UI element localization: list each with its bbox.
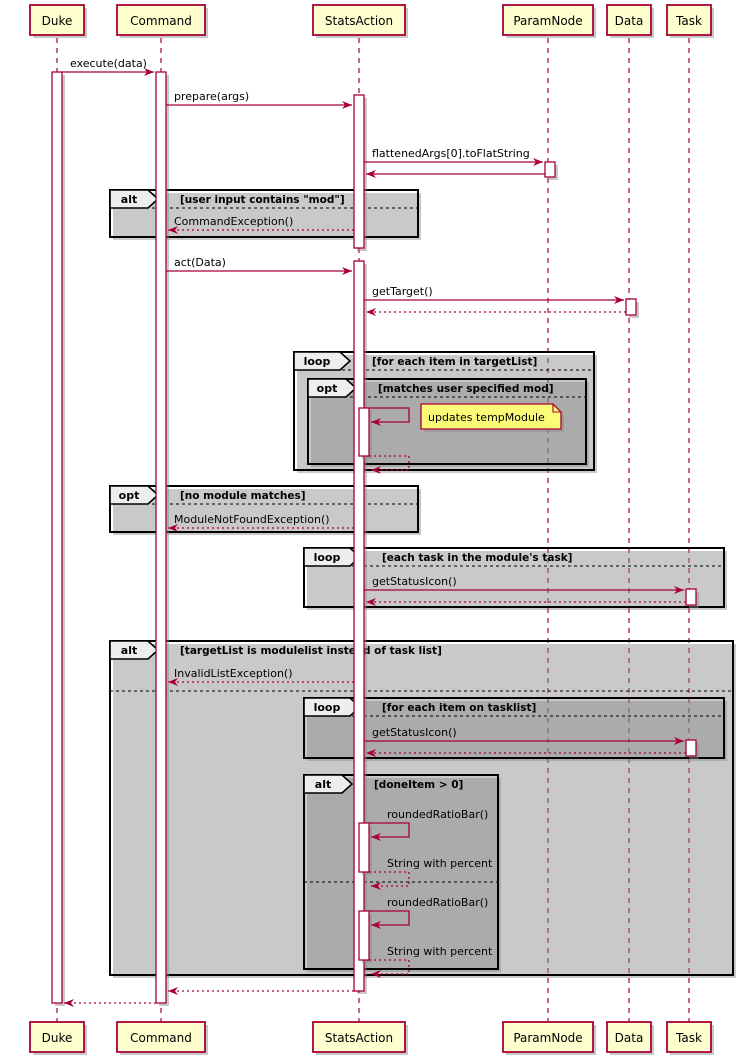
frame-condition-label: [each task in the module's task] <box>382 552 572 564</box>
frame-operator-label: alt <box>315 778 331 791</box>
frame-operator-label: opt <box>119 489 140 502</box>
participant-statsaction-top[interactable]: StatsAction <box>312 4 408 38</box>
participant-command-top[interactable]: Command <box>116 4 208 38</box>
note-text: updates tempModule <box>428 411 545 424</box>
message-label: getStatusIcon() <box>372 575 457 588</box>
activation-bar-statsaction <box>358 822 372 875</box>
participant-label: Duke <box>42 14 73 28</box>
participant-task-bottom[interactable]: Task <box>666 1021 714 1055</box>
message-m1: execute(data) <box>62 57 154 76</box>
participant-label: ParamNode <box>513 14 582 28</box>
participant-label: StatsAction <box>325 14 393 28</box>
participant-label: Command <box>130 14 192 28</box>
message-label: CommandException() <box>174 215 293 228</box>
frame-loop-f5: loop [each task in the module's task] <box>303 547 727 610</box>
activation-bar-command <box>155 71 169 1006</box>
frame-condition-label: [no module matches] <box>180 490 306 502</box>
frame-condition-label: [for each item in targetList] <box>372 356 537 368</box>
participant-label: StatsAction <box>325 1031 393 1045</box>
frame-operator-label: loop <box>304 355 331 368</box>
frame-operator-label: opt <box>317 382 338 395</box>
message-label: ModuleNotFoundException() <box>174 513 330 526</box>
notes-layer: updates tempModule <box>420 403 564 432</box>
activation-bar-statsaction <box>358 910 372 963</box>
frame-condition-label: [targetList is modulelist instead of tas… <box>180 645 442 657</box>
frame-condition-label: [doneItem > 0] <box>374 779 463 791</box>
message-label: flattenedArgs[0].toFlatString <box>372 147 530 160</box>
activation-bar-statsaction <box>358 407 372 459</box>
message-label: roundedRatioBar() <box>387 808 488 821</box>
frame-condition-label: [user input contains "mod"] <box>180 194 345 206</box>
message-label: InvalidListException() <box>174 667 293 680</box>
frame-loop-f7: loop [for each item on tasklist] <box>303 697 727 761</box>
participant-command-bottom[interactable]: Command <box>116 1021 208 1055</box>
note-n1: updates tempModule <box>420 403 564 432</box>
message-label: String with percent <box>387 857 493 870</box>
message-label: String with percent <box>387 945 493 958</box>
message-label: act(Data) <box>174 256 226 269</box>
activation-bar-statsaction <box>353 94 367 251</box>
participant-task-top[interactable]: Task <box>666 4 714 38</box>
message-label: getTarget() <box>372 285 433 298</box>
participant-paramnode-bottom[interactable]: ParamNode <box>502 1021 596 1055</box>
participant-label: ParamNode <box>513 1031 582 1045</box>
message-label: getStatusIcon() <box>372 726 457 739</box>
participant-label: Task <box>675 1031 702 1045</box>
frame-operator-label: alt <box>121 193 137 206</box>
participant-duke-top[interactable]: Duke <box>29 4 87 38</box>
frame-operator-label: loop <box>314 551 341 564</box>
frame-alt-f8: alt [doneItem > 0] <box>303 774 501 972</box>
participant-data-top[interactable]: Data <box>606 4 654 38</box>
participant-duke-bottom[interactable]: Duke <box>29 1021 87 1055</box>
participant-label: Data <box>615 14 644 28</box>
activation-bar-duke <box>51 71 65 1006</box>
participant-label: Task <box>675 14 702 28</box>
frame-condition-label: [for each item on tasklist] <box>382 702 536 714</box>
frame-operator-label: alt <box>121 644 137 657</box>
message-label: roundedRatioBar() <box>387 896 488 909</box>
sequence-diagram-canvas: alt [user input contains "mod"] loop [for e… <box>0 0 744 1061</box>
message-label: execute(data) <box>70 57 147 70</box>
frame-condition-label: [matches user specified mod] <box>378 383 554 395</box>
message-m11: ModuleNotFoundException() <box>168 513 354 532</box>
activation-bar-statsaction <box>353 260 367 994</box>
participant-label: Data <box>615 1031 644 1045</box>
message-label: prepare(args) <box>174 90 249 103</box>
participant-paramnode-top[interactable]: ParamNode <box>502 4 596 38</box>
frame-operator-label: loop <box>314 701 341 714</box>
participant-statsaction-bottom[interactable]: StatsAction <box>312 1021 408 1055</box>
message-m3: flattenedArgs[0].toFlatString <box>364 147 543 166</box>
participant-label: Duke <box>42 1031 73 1045</box>
participant-data-bottom[interactable]: Data <box>606 1021 654 1055</box>
participant-label: Command <box>130 1031 192 1045</box>
